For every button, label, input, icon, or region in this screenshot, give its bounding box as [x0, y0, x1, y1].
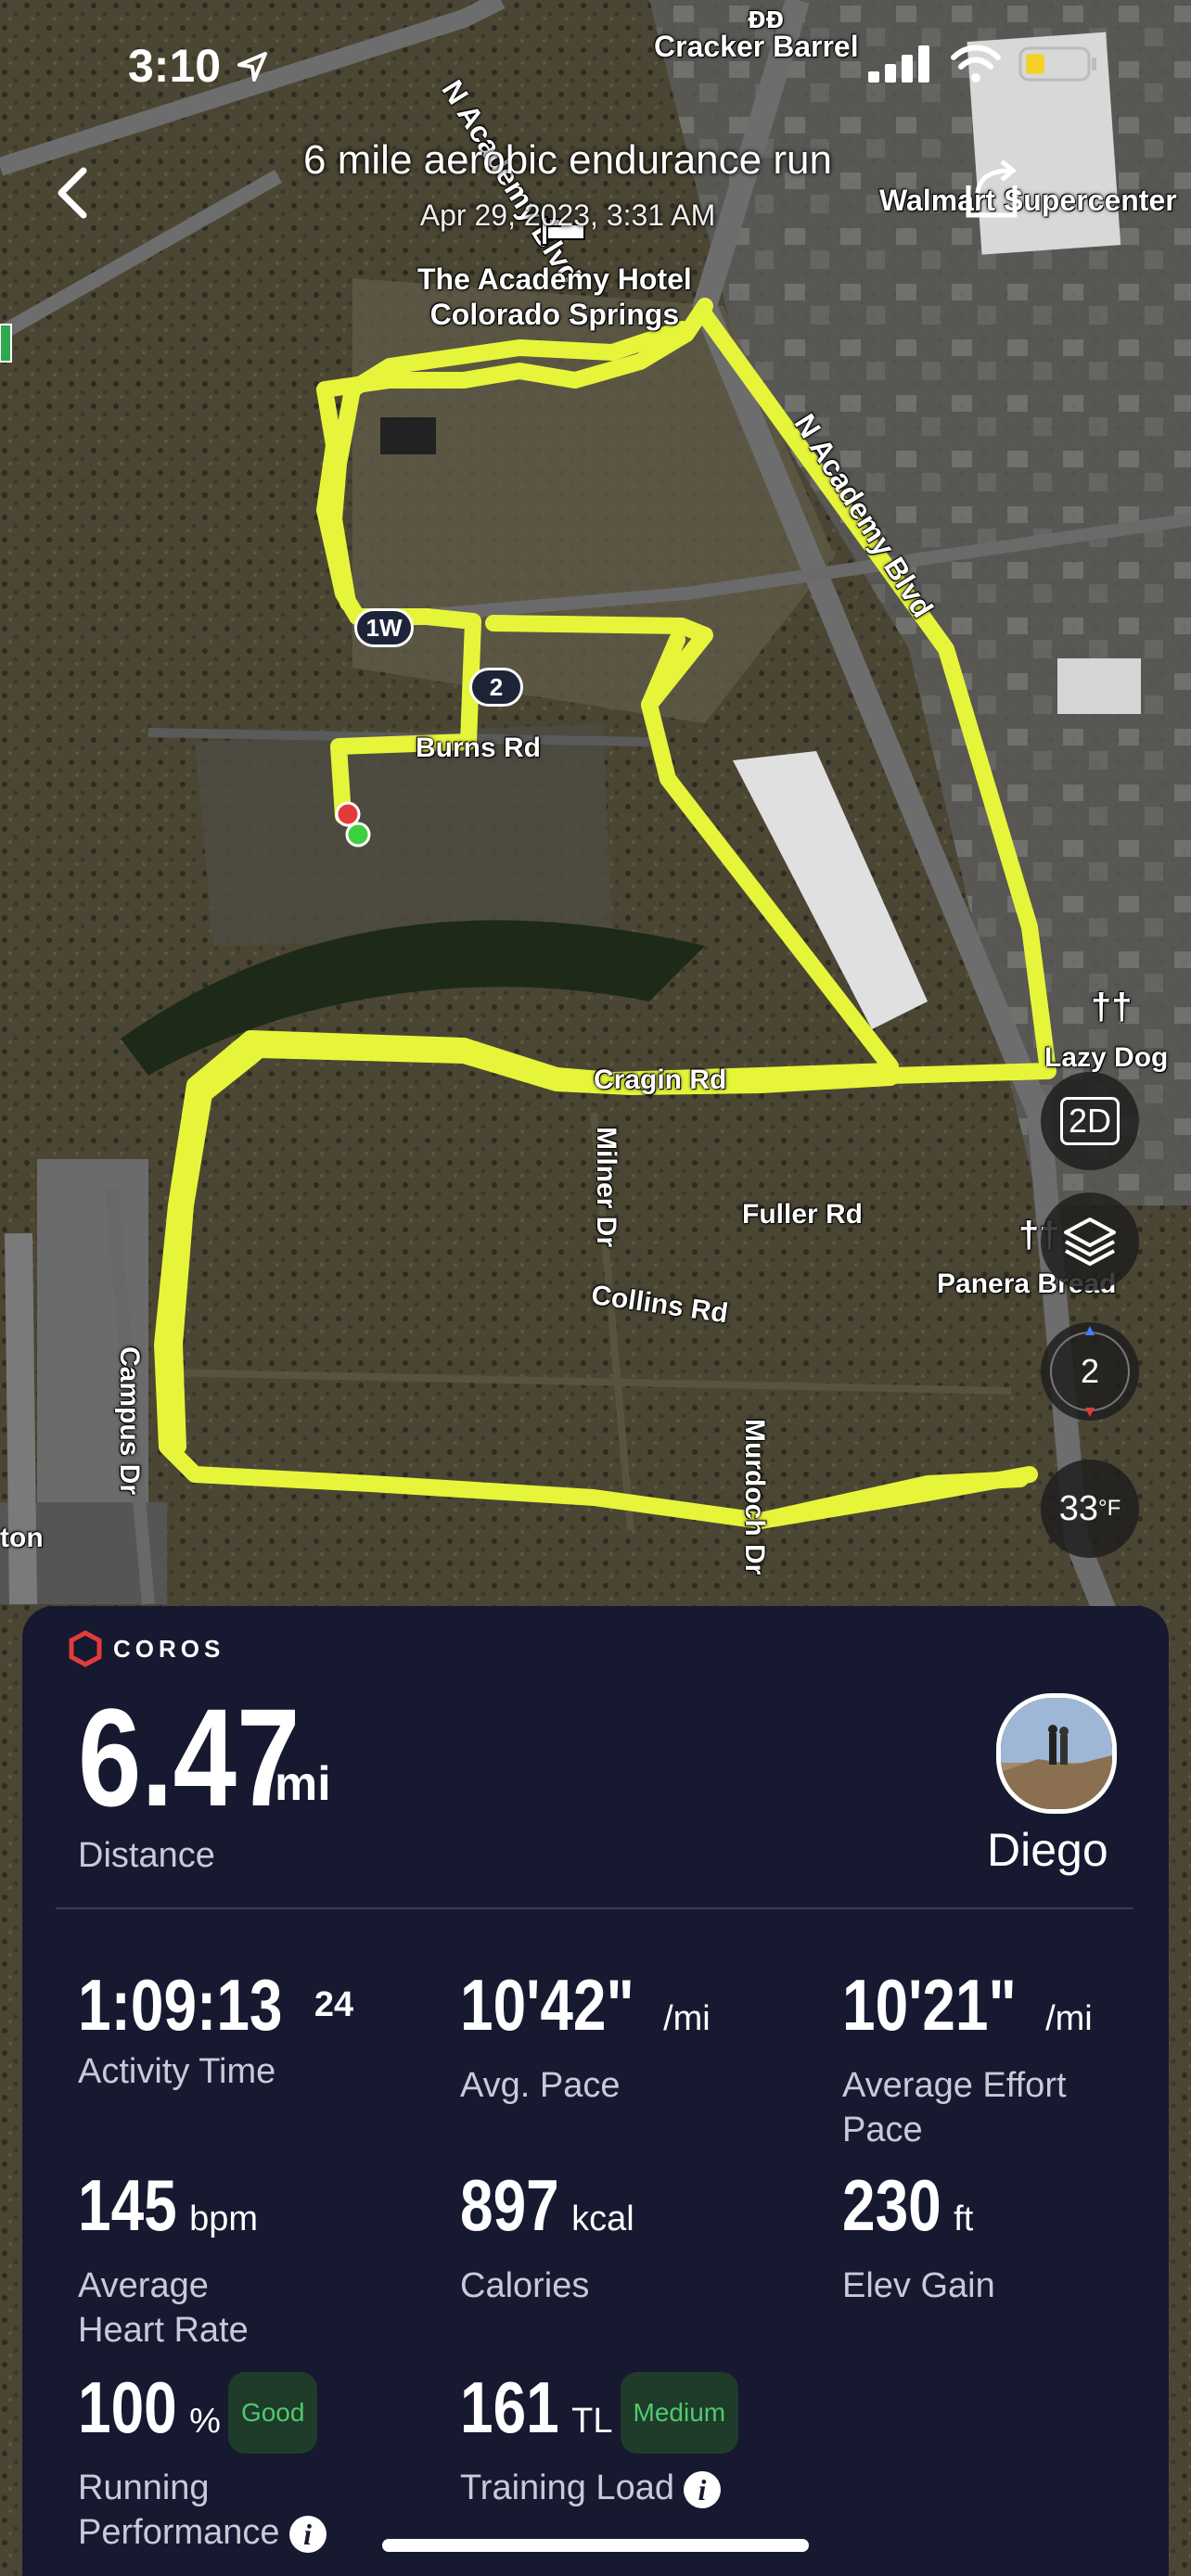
training-load-unit: TL	[571, 2402, 613, 2441]
running-performance-label: Running Performance	[78, 2468, 280, 2552]
effort-pace-value: 10'21"	[842, 1964, 1017, 2046]
route-shield-2: 2	[469, 668, 523, 707]
stat-training-load: 161 TL Medium Training Load i	[460, 2368, 813, 2510]
user-name: Diego	[987, 1824, 1108, 1876]
calories-unit: kcal	[571, 2200, 634, 2238]
elev-gain-value: 230	[842, 2164, 941, 2246]
view-mode-label: 2D	[1059, 1097, 1121, 1145]
heart-rate-value: 145	[78, 2164, 177, 2246]
map-layers-button[interactable]	[1041, 1192, 1139, 1291]
stat-avg-pace: 10'42" /mi Avg. Pace	[460, 1966, 794, 2108]
heart-rate-unit: bpm	[189, 2200, 259, 2238]
brand-name: COROS	[113, 1634, 225, 1663]
map-label-hotel: The Academy Hotel Colorado Springs	[417, 261, 692, 332]
cracker-barrel-fork-icon: ᴆᴆ	[748, 0, 785, 35]
heart-rate-label: Average Heart Rate	[78, 2266, 249, 2350]
map-label-burns-rd: Burns Rd	[416, 733, 541, 763]
map-label-lazy-dog: Lazy Dog	[1044, 1042, 1169, 1073]
status-time: 3:10	[128, 39, 271, 93]
activity-summary-card: COROS 6.47 mi Distance Diego 1:09:13 24 A…	[22, 1606, 1169, 2576]
calories-label: Calories	[460, 2266, 590, 2305]
stat-calories: 897 kcal Calories	[460, 2166, 794, 2308]
compass-button[interactable]: 2	[1041, 1322, 1139, 1421]
compass-level: 2	[1080, 1352, 1100, 1390]
coros-brand: COROS	[67, 1630, 224, 1667]
map-label-edge: ton	[0, 1523, 44, 1553]
map-label-hotel-line1: The Academy Hotel	[417, 262, 692, 296]
running-performance-unit: %	[189, 2402, 221, 2441]
lazy-dog-fork-icon: ††	[1091, 987, 1133, 1027]
status-time-text: 3:10	[128, 40, 222, 92]
stat-elev-gain: 230 ft Elev Gain	[842, 2166, 1176, 2308]
activity-time-sup: 24	[314, 1985, 354, 2024]
stat-effort-pace: 10'21" /mi Average Effort Pace	[842, 1966, 1093, 2152]
avg-pace-label: Avg. Pace	[460, 2066, 621, 2105]
training-load-info-icon[interactable]: i	[683, 2470, 721, 2508]
running-performance-info-icon[interactable]: i	[288, 2515, 327, 2553]
stat-running-performance: 100% Good Running Performance i	[78, 2368, 384, 2555]
view-mode-2d-button[interactable]: 2D	[1041, 1072, 1139, 1170]
map-label-fuller-rd: Fuller Rd	[742, 1199, 864, 1230]
avatar-photo	[1001, 1698, 1112, 1809]
training-load-value: 161	[460, 2366, 559, 2448]
layers-icon	[1064, 1218, 1116, 1266]
temperature-value: 33	[1058, 1488, 1098, 1528]
training-load-badge: Medium	[620, 2372, 739, 2455]
map-label-milner-dr: Milner Dr	[591, 1127, 621, 1248]
status-icons	[868, 45, 1098, 83]
stat-activity-time: 1:09:13 24 Activity Time	[78, 1966, 412, 2094]
distance-unit: mi	[275, 1757, 331, 1811]
location-arrow-icon	[237, 52, 267, 82]
activity-time-value: 1:09:13	[78, 1964, 283, 2046]
effort-pace-unit: /mi	[1045, 1999, 1093, 2038]
route-start-marker	[345, 822, 371, 848]
distance-label: Distance	[78, 1836, 215, 1875]
route-shield-1w: 1W	[354, 608, 414, 647]
card-divider	[56, 1907, 1133, 1909]
calories-value: 897	[460, 2164, 559, 2246]
training-load-label: Training Load	[460, 2468, 674, 2507]
weather-temperature: 33 °F	[1041, 1460, 1139, 1558]
avg-pace-unit: /mi	[663, 1999, 711, 2038]
elev-gain-label: Elev Gain	[842, 2266, 995, 2305]
elev-gain-unit: ft	[954, 2200, 974, 2238]
home-indicator[interactable]	[382, 2539, 809, 2552]
map-label-hotel-line2: Colorado Springs	[429, 298, 680, 331]
route-end-marker	[335, 801, 361, 827]
map-label-murdoch-dr: Murdoch Dr	[739, 1419, 770, 1575]
running-performance-label-wrap: Running Performance i	[78, 2466, 384, 2555]
distance-value: 6.47	[78, 1679, 301, 1835]
stat-heart-rate: 145 bpm Average Heart Rate	[78, 2166, 301, 2353]
training-load-label-wrap: Training Load i	[460, 2466, 813, 2510]
coros-logo-icon	[69, 1630, 102, 1667]
avg-pace-value: 10'42"	[460, 1964, 634, 2046]
map-label-cragin-rd: Cragin Rd	[594, 1065, 727, 1095]
map-label-campus-dr: Campus Dr	[114, 1346, 145, 1496]
wifi-icon	[951, 45, 1001, 83]
running-performance-badge: Good	[227, 2372, 318, 2455]
activity-time-label: Activity Time	[78, 2052, 276, 2091]
temperature-unit: °F	[1098, 1496, 1121, 1521]
effort-pace-label: Average Effort Pace	[842, 2066, 1067, 2149]
running-performance-value: 100	[78, 2366, 177, 2448]
avatar[interactable]	[996, 1693, 1117, 1814]
share-button[interactable]	[959, 158, 1024, 223]
battery-low-icon	[1018, 46, 1096, 82]
cellular-signal-icon	[868, 45, 929, 83]
